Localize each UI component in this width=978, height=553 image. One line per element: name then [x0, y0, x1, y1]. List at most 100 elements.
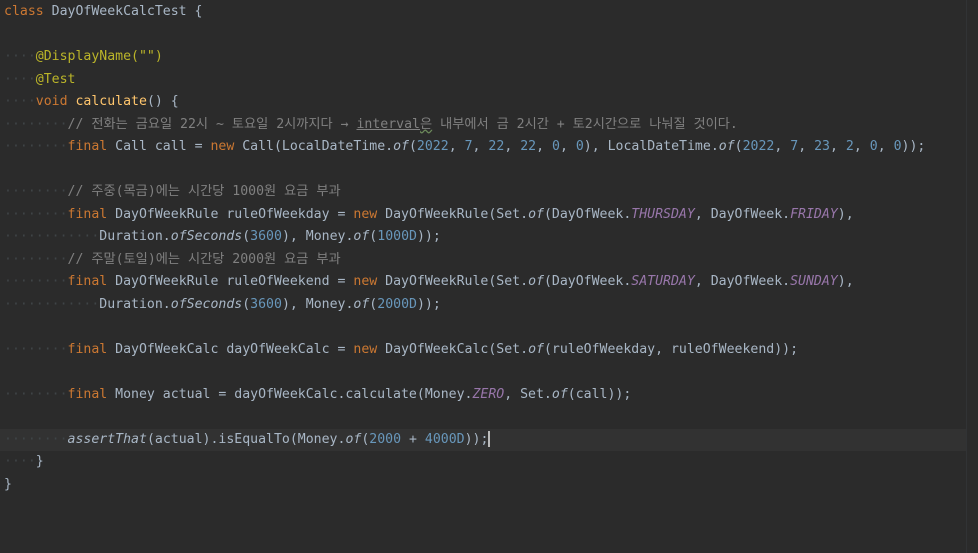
static-method-token: of: [528, 274, 544, 289]
comment-typo: 은: [420, 116, 433, 132]
code-text: ), LocalDateTime.: [583, 139, 719, 154]
keyword-token: new: [353, 206, 378, 222]
code-line[interactable]: ····}: [4, 451, 44, 474]
static-method-token: of: [528, 206, 544, 222]
keyword-token: new: [210, 139, 235, 154]
code-line[interactable]: ········final DayOfWeekRule ruleOfWeekda…: [4, 204, 854, 227]
code-text: , Set.: [504, 386, 552, 402]
code-text: () {: [146, 94, 179, 109]
code-text: Money actual = dayOfWeekCalc.calculate(M…: [107, 386, 473, 402]
code-text: ),: [837, 274, 854, 289]
static-field-token: SATURDAY: [631, 274, 695, 289]
indent-guide: ········: [4, 139, 68, 154]
code-text: ),: [837, 206, 854, 222]
code-text: DayOfWeekCalc dayOfWeekCalc =: [107, 341, 354, 357]
comment-text: 내부에서 금 2시간 + 토2시간으로 나눠질 것이다.: [432, 116, 738, 132]
code-text: ,: [559, 139, 576, 154]
code-text: (actual).isEqualTo(Money.: [146, 431, 346, 447]
number-literal: 2000: [369, 431, 402, 447]
number-literal: 0: [575, 139, 584, 154]
static-field-token: FRIDAY: [790, 206, 838, 222]
static-field-token: THURSDAY: [631, 206, 695, 222]
number-literal: 0: [551, 139, 560, 154]
code-text: ,: [774, 139, 791, 154]
method-name-token: calculate: [75, 94, 147, 109]
code-line[interactable]: ····void calculate() {: [4, 91, 179, 114]
indent-guide: ········: [4, 116, 68, 132]
static-method-token: ofSeconds: [170, 296, 243, 312]
code-text: (DayOfWeek.: [543, 206, 632, 222]
indent-guide: ········: [4, 184, 68, 199]
code-text: DayOfWeekCalc(Set.: [377, 341, 529, 357]
indent-guide: ········: [4, 251, 68, 267]
keyword-token: final: [67, 341, 108, 357]
number-literal: 2: [845, 139, 854, 154]
comment-text: // 주중(목금)에는 시간당 1000원 요금 부과: [67, 184, 341, 199]
code-line[interactable]: ········final Money actual = dayOfWeekCa…: [4, 384, 631, 407]
code-line[interactable]: class DayOfWeekCalcTest {: [4, 1, 203, 24]
comment-text: // 전화는 금요일 22시 ~ 토요일 2시까지다 →: [67, 116, 357, 132]
static-field-token: ZERO: [472, 386, 505, 402]
number-literal: 22: [488, 139, 505, 154]
code-text: ,: [472, 139, 489, 154]
code-line[interactable]: ········assertThat(actual).isEqualTo(Mon…: [0, 428, 967, 451]
code-line[interactable]: }: [4, 474, 12, 497]
indent-guide: ············: [4, 229, 100, 244]
keyword-token: void: [35, 94, 68, 109]
code-text: ), Money.: [281, 229, 354, 244]
code-text: ,: [448, 139, 465, 154]
code-line[interactable]: ············Duration.ofSeconds(3600), Mo…: [4, 294, 441, 317]
code-line[interactable]: ········// 주중(목금)에는 시간당 1000원 요금 부과: [4, 181, 341, 204]
static-method-token: of: [718, 139, 735, 154]
number-literal: 4000D: [424, 431, 465, 447]
code-text: DayOfWeekRule ruleOfWeekday =: [107, 206, 354, 222]
number-literal: 1000D: [377, 229, 417, 244]
comment-link: interval: [356, 116, 421, 132]
code-line[interactable]: ············Duration.ofSeconds(3600), Mo…: [4, 226, 441, 249]
indent-guide: ········: [4, 386, 68, 402]
code-text: ,: [853, 139, 870, 154]
code-line[interactable]: ····@DisplayName(""): [4, 46, 163, 69]
keyword-token: final: [67, 274, 108, 289]
code-line[interactable]: ········// 전화는 금요일 22시 ~ 토요일 2시까지다 → int…: [4, 114, 738, 137]
code-text: Call call =: [107, 139, 211, 154]
code-line[interactable]: ········final DayOfWeekCalc dayOfWeekCal…: [4, 339, 798, 362]
code-text: , DayOfWeek.: [694, 206, 791, 222]
number-literal: 22: [520, 139, 537, 154]
code-text: ));: [464, 431, 489, 447]
code-text: ,: [536, 139, 552, 154]
code-text: (: [242, 296, 251, 312]
code-text: Duration.: [99, 296, 171, 312]
code-line[interactable]: ········final DayOfWeekRule ruleOfWeeken…: [4, 271, 854, 294]
static-field-token: SUNDAY: [790, 274, 838, 289]
keyword-token: final: [67, 206, 108, 222]
keyword-token: new: [353, 341, 378, 357]
indent-guide: ········: [4, 431, 68, 447]
comment-text: // 주말(토일)에는 시간당 2000원 요금 부과: [67, 251, 341, 267]
code-text: DayOfWeekRule ruleOfWeekend =: [107, 274, 354, 289]
static-method-token: of: [353, 296, 370, 312]
code-line[interactable]: ········// 주말(토일)에는 시간당 2000원 요금 부과: [4, 249, 341, 272]
code-line[interactable]: ····@Test: [4, 69, 75, 92]
static-method-token: of: [393, 139, 409, 154]
code-text: ,: [798, 139, 815, 154]
code-text: Call(LocalDateTime.: [234, 139, 394, 154]
code-text: DayOfWeekRule(Set.: [377, 206, 529, 222]
indent-guide: ············: [4, 296, 100, 312]
code-text: ));: [901, 139, 926, 154]
code-text: , DayOfWeek.: [694, 274, 791, 289]
keyword-token: class: [4, 4, 44, 19]
code-text: (call));: [567, 386, 632, 402]
indent-guide: ····: [4, 71, 36, 87]
indent-guide: ········: [4, 206, 68, 222]
code-text: ,: [877, 139, 894, 154]
number-literal: 3600: [250, 229, 282, 244]
vertical-scrollbar[interactable]: [966, 0, 978, 553]
code-editor[interactable]: class DayOfWeekCalcTest { ····@DisplayNam…: [0, 0, 978, 553]
code-text: ,: [830, 139, 846, 154]
code-text: ));: [416, 229, 441, 244]
code-text: (: [242, 229, 251, 244]
annotation-token: @Test: [35, 71, 76, 87]
code-line[interactable]: ········final Call call = new Call(Local…: [4, 136, 925, 159]
number-literal: 3600: [250, 296, 282, 312]
